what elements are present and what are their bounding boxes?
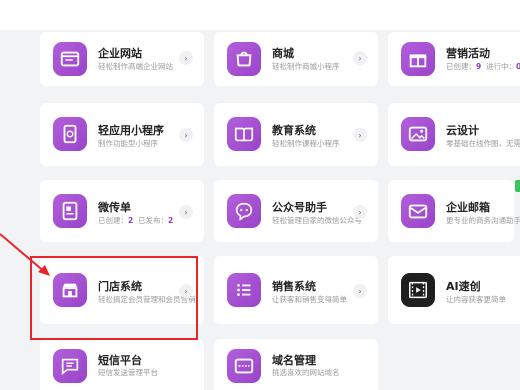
website-icon [53,42,87,76]
card-email[interactable]: 企业邮箱 更专业的商务沟通助手 [388,180,520,242]
running-count: 0 [516,62,520,71]
card-title: 公众号助手 [272,201,327,214]
card-desc: 轻松管理自家的微信公众号 [272,216,362,225]
card-education[interactable]: 教育系统 轻松制作课程小程序 › [214,103,378,166]
card-desc: 轻松制作高端企业网站 [98,62,173,71]
domain-icon [227,349,261,383]
card-sales-system[interactable]: 销售系统 让获客和销售变得简单 › [214,256,378,324]
card-title: 短信平台 [98,354,142,367]
card-title: 微传单 [98,201,131,214]
created-count: 2 [128,216,134,225]
flyer-icon [53,194,87,228]
published-count: 2 [168,216,174,225]
card-title: 域名管理 [272,354,316,367]
card-stats: 已创建：9 进行中：0 [446,61,520,72]
card-sms-platform[interactable]: 短信平台 短信发送管理平台 [40,339,204,390]
card-title: 企业邮箱 [446,201,490,214]
card-desc: 轻松制作课程小程序 [272,139,340,148]
card-cloud-design[interactable]: 云设计 零基础在线作图，无需美工 [388,103,520,166]
card-desc: 零基础在线作图，无需美工 [446,139,520,148]
card-title: 营销活动 [446,47,490,60]
published-label: 已发布： [138,216,168,225]
card-desc: 更专业的商务沟通助手 [446,216,520,225]
card-title: 教育系统 [272,124,316,137]
list-icon [227,273,261,307]
mail-icon [401,194,435,228]
card-title: 轻应用小程序 [98,124,164,137]
pointer-arrow-icon [0,233,50,276]
chat-icon [227,194,261,228]
mini-app-icon [53,117,87,151]
chevron-right-icon[interactable]: › [179,51,193,65]
card-flyer[interactable]: 微传单 已创建：2 已发布：2 › [40,180,204,242]
book-icon [227,117,261,151]
chevron-right-icon[interactable]: › [179,205,193,219]
card-desc: 让获客和销售变得简单 [272,295,347,304]
chevron-right-icon[interactable]: › [353,284,367,298]
card-title: 销售系统 [272,280,316,293]
message-icon [53,349,87,383]
card-desc: 轻松制作商城小程序 [272,62,340,71]
card-title: 云设计 [446,124,479,137]
card-shop[interactable]: 商城 轻松制作商城小程序 › [214,32,378,86]
card-title: 企业网站 [98,47,142,60]
video-icon [401,273,435,307]
created-label: 已创建： [98,216,128,225]
card-desc: 挑选喜欢的网站域名 [272,368,340,377]
card-stats: 已创建：2 已发布：2 [98,215,173,226]
chevron-right-icon[interactable]: › [353,128,367,142]
card-desc: 让内容获客更简单 [446,295,506,304]
gift-icon [401,42,435,76]
chevron-right-icon[interactable]: › [353,51,367,65]
card-desc: 制作功能型小程序 [98,139,158,148]
card-mini-app[interactable]: 轻应用小程序 制作功能型小程序 › [40,103,204,166]
top-bar [0,0,520,30]
card-desc: 短信发送管理平台 [98,368,158,377]
card-title: AI速创 [446,280,481,293]
running-label: 进行中： [486,62,516,71]
side-tab[interactable] [515,180,520,192]
card-ai-create[interactable]: AI速创 让内容获客更简单 [388,256,520,324]
card-domain-management[interactable]: 域名管理 挑选喜欢的网站域名 [214,339,378,390]
card-title: 商城 [272,47,294,60]
shop-icon [227,42,261,76]
chevron-right-icon[interactable]: › [353,205,367,219]
chevron-right-icon[interactable]: › [179,128,193,142]
card-enterprise-website[interactable]: 企业网站 轻松制作高端企业网站 › [40,32,204,86]
card-marketing[interactable]: 营销活动 已创建：9 进行中：0 [388,32,520,86]
card-wechat-assistant[interactable]: 公众号助手 轻松管理自家的微信公众号 › [214,180,378,242]
image-icon [401,117,435,151]
created-label: 已创建： [446,62,476,71]
created-count: 9 [476,62,482,71]
